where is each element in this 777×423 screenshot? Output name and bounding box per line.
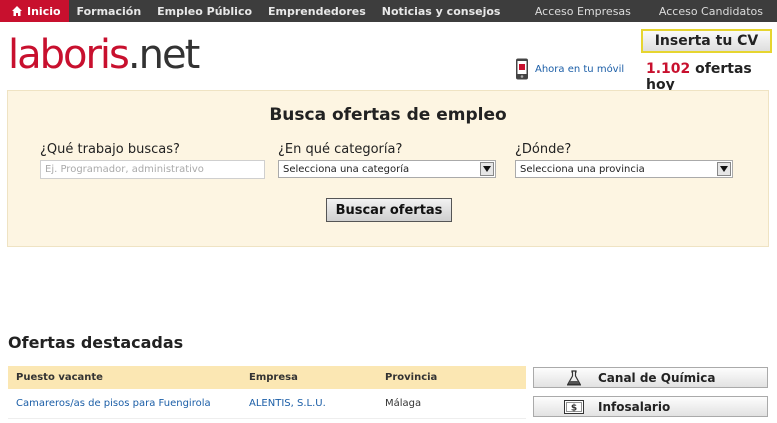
- mobile-link[interactable]: Ahora en tu móvil: [515, 58, 624, 80]
- category-label: ¿En qué categoría?: [278, 142, 403, 157]
- category-select-value: Selecciona una categoría: [283, 163, 410, 175]
- logo-text-suffix: .net: [127, 32, 200, 78]
- nav-item-label: Formación: [76, 4, 142, 18]
- table-row: Camareros/as de pisos para Fuengirola AL…: [8, 389, 526, 419]
- money-bill-icon: $: [564, 399, 584, 415]
- offer-province: Málaga: [385, 398, 422, 409]
- offers-count: 1.102: [646, 61, 691, 77]
- search-offers-button[interactable]: Buscar ofertas: [326, 198, 452, 222]
- svg-text:$: $: [571, 403, 577, 413]
- nav-acceso-candidatos[interactable]: Acceso Candidatos: [645, 0, 777, 22]
- job-search-input[interactable]: [40, 160, 265, 179]
- job-label: ¿Qué trabajo buscas?: [40, 142, 180, 157]
- nav-item-label: Empleo Público: [157, 4, 253, 18]
- home-icon: [12, 6, 22, 16]
- province-select-value: Selecciona una provincia: [520, 163, 645, 175]
- canal-quimica-label: Canal de Química: [598, 370, 716, 385]
- infosalario-label: Infosalario: [598, 399, 671, 414]
- table-header: Puesto vacante Empresa Provincia: [8, 366, 526, 389]
- nav-item-emprendedores[interactable]: Emprendedores: [260, 0, 374, 22]
- site-logo[interactable]: laboris.net: [8, 30, 200, 80]
- nav-item-empleo-publico[interactable]: Empleo Público: [149, 0, 260, 22]
- nav-item-label: Noticias y consejos: [381, 4, 501, 18]
- nav-item-inicio[interactable]: Inicio: [0, 0, 69, 22]
- search-title: Busca ofertas de empleo: [269, 105, 507, 125]
- nav-item-label: Acceso Candidatos: [658, 4, 763, 18]
- category-select[interactable]: Selecciona una categoría: [278, 160, 496, 178]
- dropdown-arrow-icon: [717, 162, 731, 176]
- where-label: ¿Dónde?: [515, 142, 572, 157]
- nav-item-label: Emprendedores: [268, 4, 366, 18]
- featured-title: Ofertas destacadas: [8, 333, 184, 352]
- nav-item-formacion[interactable]: Formación: [69, 0, 150, 22]
- province-select[interactable]: Selecciona una provincia: [515, 160, 733, 178]
- nav-item-label: Inicio: [27, 4, 61, 18]
- offers-today-counter: 1.102 ofertas hoy: [646, 61, 777, 93]
- offer-position-link[interactable]: Camareros/as de pisos para Fuengirola: [8, 398, 241, 409]
- column-header-position: Puesto vacante: [16, 372, 103, 383]
- canal-quimica-button[interactable]: Canal de Química: [533, 367, 768, 388]
- nav-item-label: Acceso Empresas: [534, 4, 631, 18]
- column-header-company: Empresa: [249, 372, 298, 383]
- nav-acceso-empresas[interactable]: Acceso Empresas: [521, 0, 645, 22]
- insert-cv-button[interactable]: Inserta tu CV: [641, 29, 772, 53]
- mobile-link-label: Ahora en tu móvil: [535, 63, 625, 75]
- logo-text-main: laboris: [8, 32, 130, 78]
- offer-company-link[interactable]: ALENTIS, S.L.U.: [241, 398, 377, 409]
- job-search-panel: Busca ofertas de empleo ¿Qué trabajo bus…: [7, 90, 769, 247]
- infosalario-button[interactable]: $ Infosalario: [533, 396, 768, 417]
- featured-offers-table: Puesto vacante Empresa Provincia Camarer…: [8, 366, 526, 419]
- top-nav: Inicio Formación Empleo Público Emprende…: [0, 0, 777, 22]
- dropdown-arrow-icon: [480, 162, 494, 176]
- mobile-phone-icon: [516, 58, 528, 80]
- nav-item-noticias[interactable]: Noticias y consejos: [374, 0, 509, 22]
- flask-icon: [564, 369, 584, 386]
- column-header-province: Provincia: [385, 372, 438, 383]
